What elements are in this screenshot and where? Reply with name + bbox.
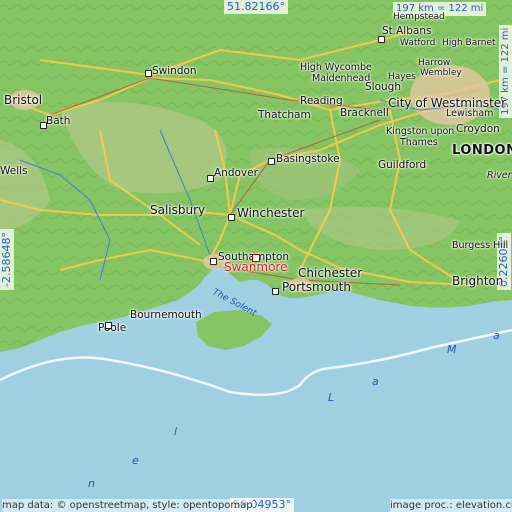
place-maidenhead: Maidenhead xyxy=(312,73,371,84)
sea-letter: n xyxy=(88,477,95,490)
place-bath: Bath xyxy=(46,115,71,127)
place-wembley: Wembley xyxy=(420,68,462,78)
place-reading: Reading xyxy=(300,95,343,107)
place-bracknell: Bracknell xyxy=(340,107,389,119)
place-thatcham: Thatcham xyxy=(258,109,311,121)
place-hempstead: Hempstead xyxy=(393,12,445,22)
sea-letter: M xyxy=(447,343,457,356)
place-brighton: Brighton xyxy=(452,274,504,288)
place-burgess-hill: Burgess Hill xyxy=(452,240,509,251)
place-kingston-2: Thames xyxy=(400,137,438,148)
north-latitude-label: 51.82166° xyxy=(224,0,288,14)
place-river: River xyxy=(487,170,512,181)
town-dot xyxy=(268,158,275,165)
place-wells: Wells xyxy=(0,165,28,177)
town-dot xyxy=(378,36,385,43)
town-dot xyxy=(228,214,235,221)
place-high-barnet: High Barnet xyxy=(442,38,496,48)
credit-map-data: map data: © openstreetmap, style: opento… xyxy=(2,499,253,512)
town-dot xyxy=(272,288,279,295)
town-dot xyxy=(105,322,112,329)
sea-letter: a xyxy=(372,375,379,388)
place-lewisham: Lewisham xyxy=(446,108,494,119)
place-andover: Andover xyxy=(214,167,258,179)
place-kingston-1: Kingston upon xyxy=(386,126,455,137)
sea-letter: a xyxy=(493,329,500,342)
target-place-label[interactable]: Swanmore xyxy=(224,261,287,273)
town-dot xyxy=(40,122,47,129)
sea-letter: L xyxy=(328,391,335,404)
town-dot xyxy=(145,70,152,77)
place-winchester: Winchester xyxy=(237,206,305,220)
credit-image-processing: image proc.: elevation.city xyxy=(390,499,512,512)
map-view[interactable]: 51.82166° 50.04953° -2.58648° 0.22604° 1… xyxy=(0,0,512,512)
place-bournemouth: Bournemouth xyxy=(130,309,202,321)
place-high-wycombe: High Wycombe xyxy=(300,62,372,73)
place-watford: Watford xyxy=(400,38,436,48)
place-basingstoke: Basingstoke xyxy=(276,153,340,165)
place-salisbury: Salisbury xyxy=(150,203,206,217)
place-croydon: Croydon xyxy=(456,123,500,135)
sea-letter: e xyxy=(132,454,139,467)
place-bristol: Bristol xyxy=(4,93,43,107)
town-dot xyxy=(207,175,214,182)
place-slough: Slough xyxy=(365,81,401,93)
town-dot xyxy=(210,258,217,265)
place-london: LONDON xyxy=(452,143,512,158)
place-guildford: Guildford xyxy=(378,159,427,171)
sea-letter: l xyxy=(174,425,178,438)
west-longitude-label: -2.58648° xyxy=(0,229,14,290)
place-swindon: Swindon xyxy=(152,65,197,77)
place-portsmouth: Portsmouth xyxy=(282,280,351,294)
place-chichester: Chichester xyxy=(298,266,363,280)
place-st-albans: St Albans xyxy=(382,25,432,37)
place-poole: Poole xyxy=(98,322,127,334)
